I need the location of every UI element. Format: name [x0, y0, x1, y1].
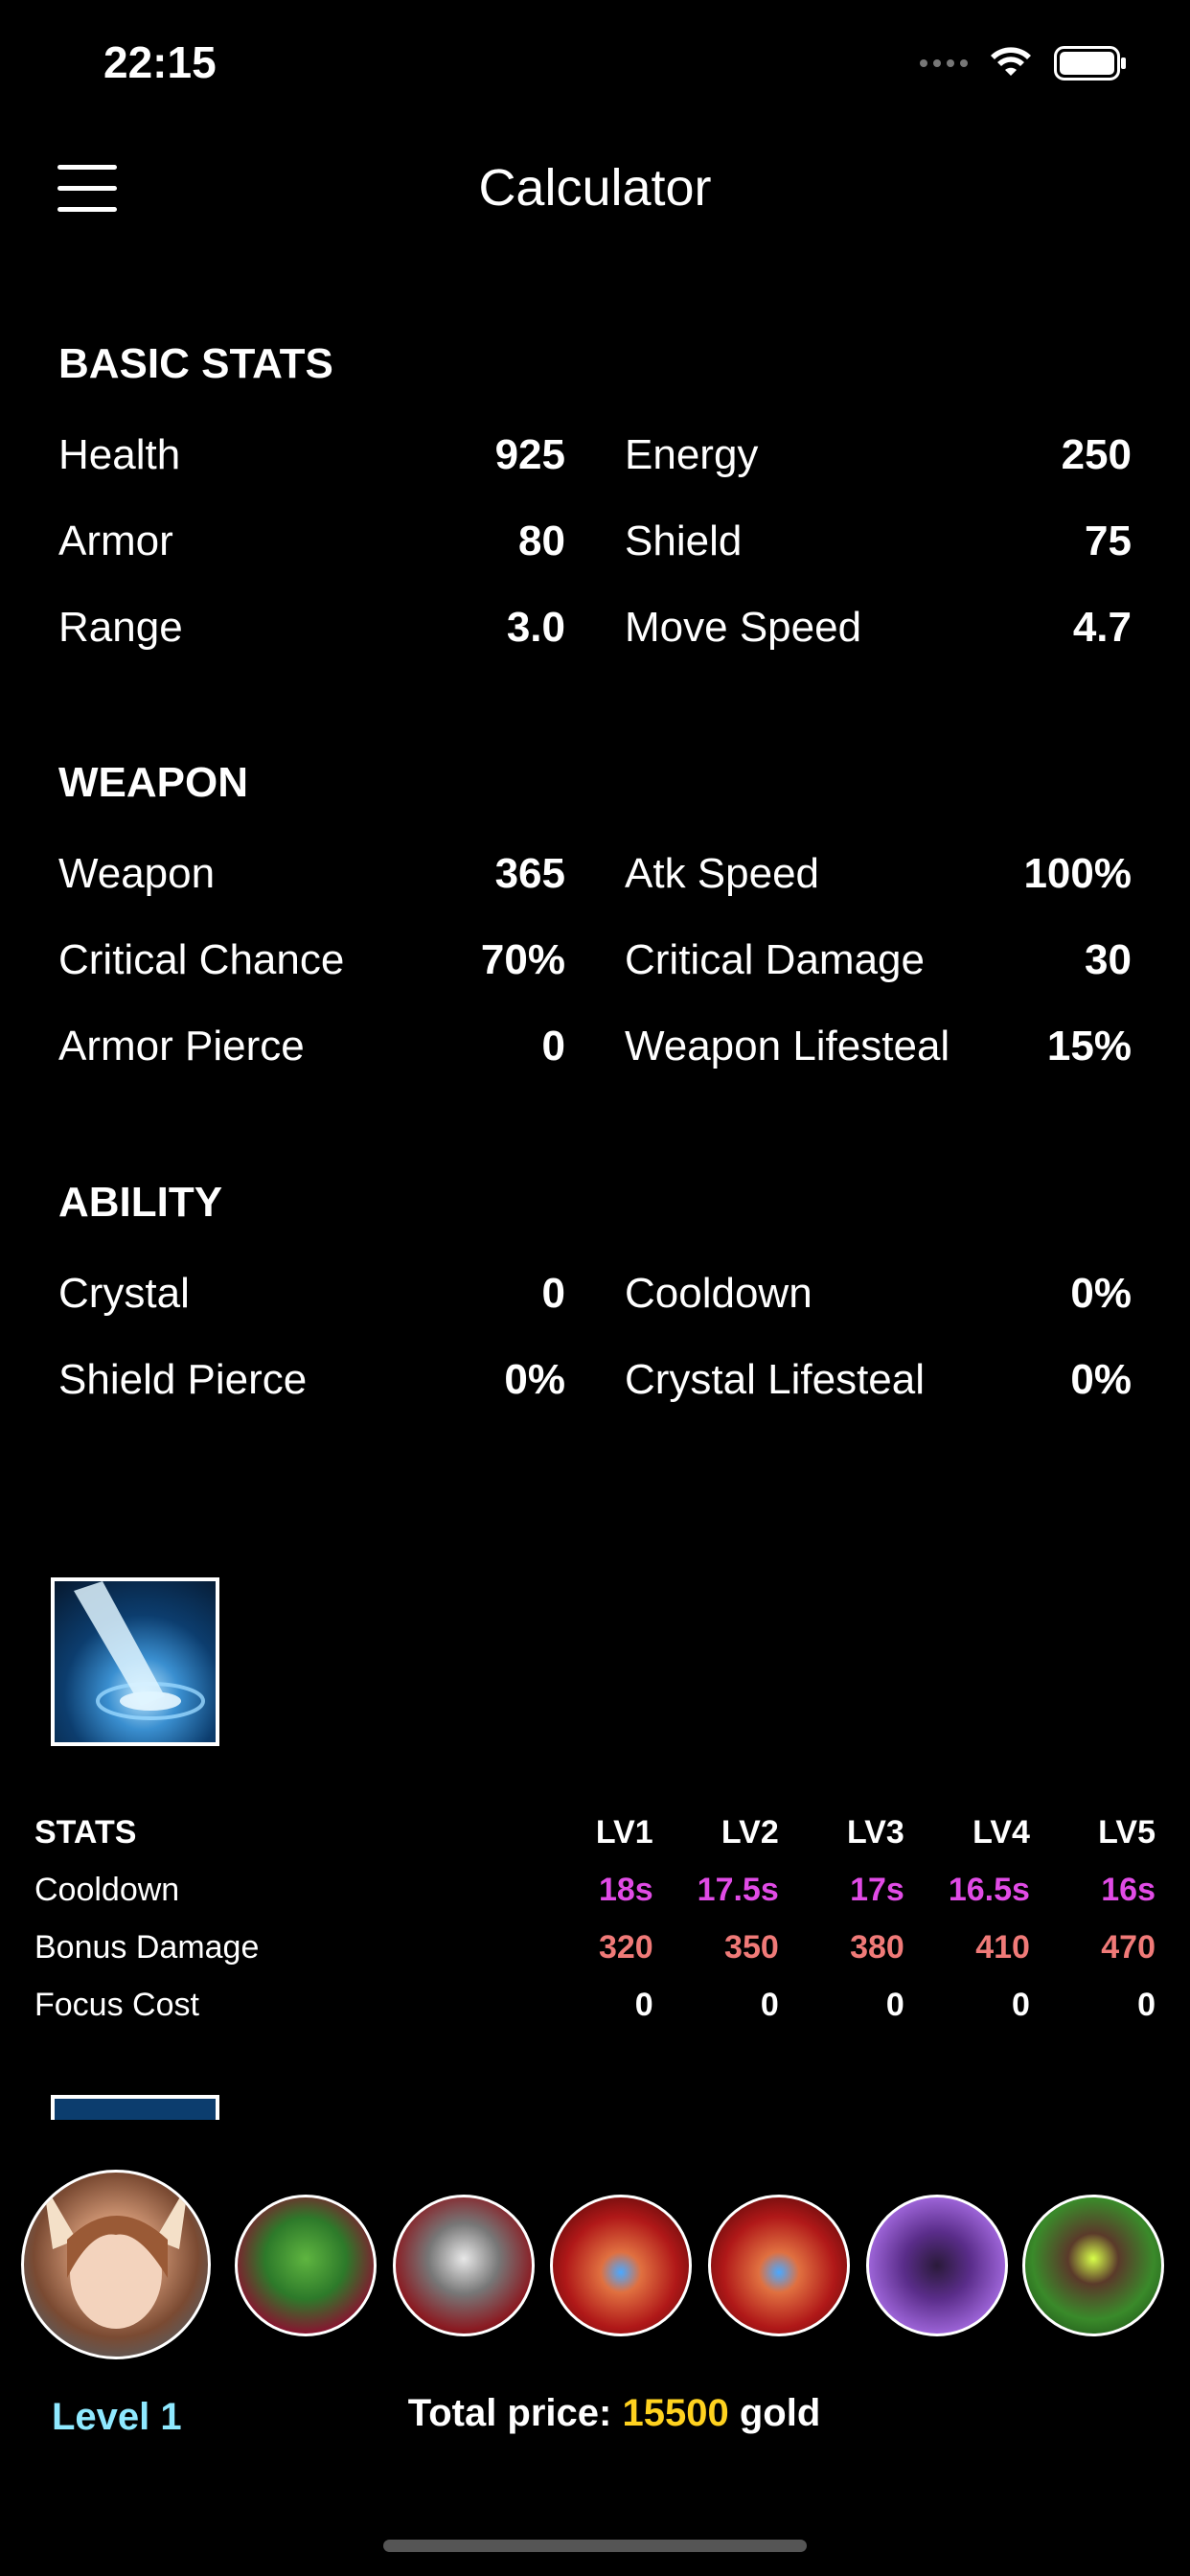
stat-crystal: Crystal 0: [58, 1270, 565, 1317]
signal-icon: [920, 59, 968, 67]
section-title-weapon: WEAPON: [58, 759, 248, 806]
total-price-label: Total price:: [407, 2392, 612, 2434]
page-title: Calculator: [478, 159, 712, 217]
total-price-unit: gold: [739, 2392, 821, 2434]
ability-icon-partial[interactable]: [51, 2095, 219, 2120]
stat-critical-damage: Critical Damage 30: [625, 936, 1132, 983]
basic-stats-grid: Health 925 Energy 250 Armor 80 Shield 75 Ran…: [58, 412, 1132, 671]
purple-boots-item-icon[interactable]: [866, 2195, 1008, 2336]
status-time: 22:15: [103, 37, 217, 87]
stat-shield-pierce: Shield Pierce 0%: [58, 1356, 565, 1403]
stat-weapon: Weapon 365: [58, 850, 565, 897]
stat-move-speed: Move Speed 4.7: [625, 604, 1132, 651]
stat-health: Health 925: [58, 431, 565, 478]
stat-armor: Armor 80: [58, 518, 565, 564]
total-price-amount: 15500: [622, 2392, 729, 2434]
stat-shield: Shield 75: [625, 518, 1132, 564]
stat-row: Health 925 Energy 250: [58, 412, 1132, 498]
section-title-basic-stats: BASIC STATS: [58, 340, 333, 387]
stat-crystal-lifesteal: Crystal Lifesteal 0%: [625, 1356, 1132, 1403]
stat-row: Shield Pierce 0% Crystal Lifesteal 0%: [58, 1337, 1132, 1423]
stat-row: Range 3.0 Move Speed 4.7: [58, 585, 1132, 671]
sword-item-icon[interactable]: [393, 2195, 535, 2336]
ability-icon[interactable]: [51, 1577, 219, 1746]
battery-icon: [1054, 46, 1126, 80]
section-title-ability: ABILITY: [58, 1179, 223, 1226]
table-row: Bonus Damage 320 350 380 410 470: [34, 1928, 1156, 1966]
stat-row: Critical Chance 70% Critical Damage 30: [58, 917, 1132, 1003]
stat-atk-speed: Atk Speed 100%: [625, 850, 1132, 897]
stat-row: Armor Pierce 0 Weapon Lifesteal 15%: [58, 1003, 1132, 1090]
stat-range: Range 3.0: [58, 604, 565, 651]
green-helmet-item-icon[interactable]: [235, 2195, 377, 2336]
green-armor-item-icon[interactable]: [1022, 2195, 1164, 2336]
table-row: Cooldown 18s 17.5s 17s 16.5s 16s: [34, 1871, 1156, 1908]
table-header: STATS LV1 LV2 LV3 LV4 LV5: [34, 1813, 1156, 1851]
stat-critical-chance: Critical Chance 70%: [58, 936, 565, 983]
red-belt-item-icon[interactable]: [550, 2195, 692, 2336]
ability-stats-grid: Crystal 0 Cooldown 0% Shield Pierce 0% Crys…: [58, 1251, 1132, 1423]
wifi-icon: [991, 47, 1031, 76]
stat-weapon-lifesteal: Weapon Lifesteal 15%: [625, 1023, 1132, 1070]
table-row: Focus Cost 0 0 0 0 0: [34, 1986, 1156, 2023]
ability-level-table: STATS LV1 LV2 LV3 LV4 LV5 Cooldown 18s 1…: [34, 1804, 1156, 2034]
stat-row: Crystal 0 Cooldown 0%: [58, 1251, 1132, 1337]
stat-row: Weapon 365 Atk Speed 100%: [58, 831, 1132, 917]
hero-avatar[interactable]: [21, 2170, 211, 2359]
hero-portrait-icon: [43, 2182, 189, 2329]
light-beam-icon: [74, 1581, 205, 1720]
red-belt-item-icon[interactable]: [708, 2195, 850, 2336]
status-icons: [920, 46, 1127, 80]
stat-cooldown: Cooldown 0%: [625, 1270, 1132, 1317]
weapon-stats-grid: Weapon 365 Atk Speed 100% Critical Chance 7…: [58, 831, 1132, 1090]
stat-energy: Energy 250: [625, 431, 1132, 478]
total-price: Total price: 15500 gold: [0, 2392, 1190, 2435]
stat-armor-pierce: Armor Pierce 0: [58, 1023, 565, 1070]
stat-row: Armor 80 Shield 75: [58, 498, 1132, 585]
home-indicator[interactable]: [383, 2540, 807, 2552]
